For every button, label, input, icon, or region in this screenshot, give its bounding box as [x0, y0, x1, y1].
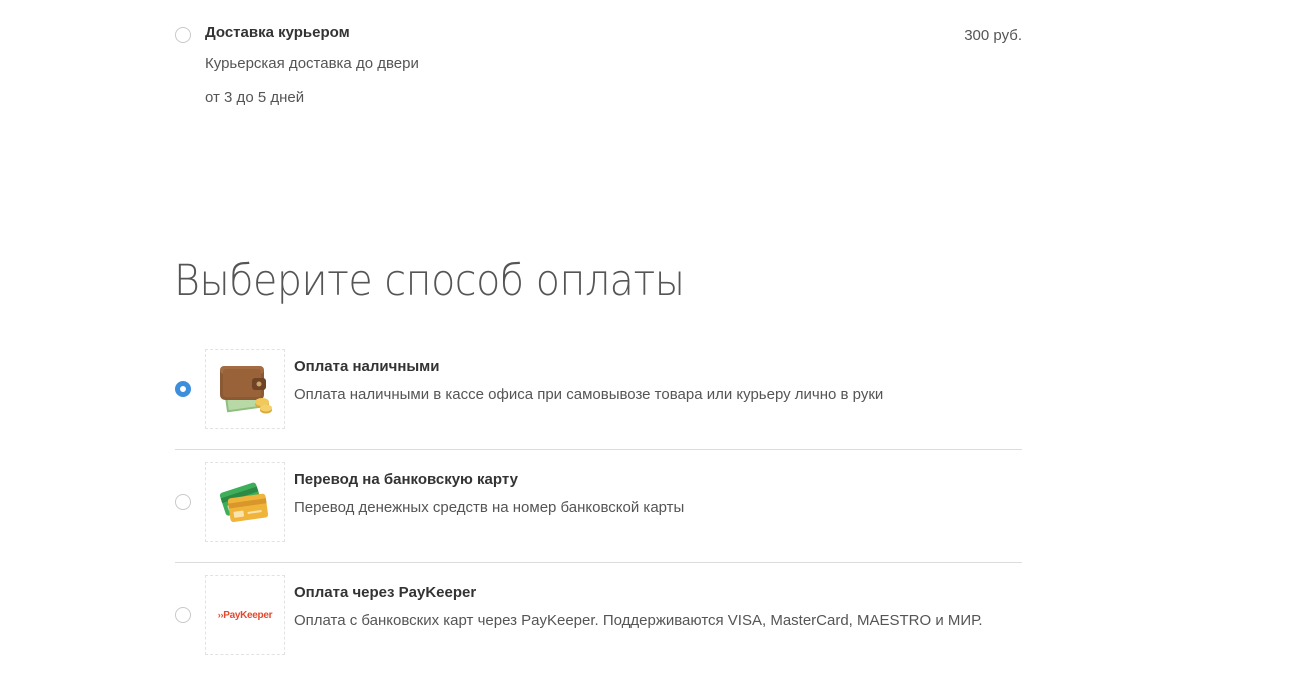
checkout-page: Доставка курьером Курьерская доставка до… [0, 0, 1290, 680]
delivery-price: 300 руб. [964, 27, 1022, 44]
payment-radio-cash[interactable] [175, 381, 191, 397]
divider [175, 562, 1022, 563]
delivery-title: Доставка курьером [205, 24, 350, 41]
payment-title-bank-card: Перевод на банковскую карту [294, 471, 518, 488]
divider [175, 449, 1022, 450]
delivery-term: от 3 до 5 дней [205, 89, 305, 106]
payment-radio-bank-card[interactable] [175, 494, 191, 510]
payment-heading: Выберите способ оплаты [174, 256, 685, 306]
bank-cards-icon [219, 482, 269, 523]
payment-thumb-paykeeper: ››PayKeeper [205, 575, 285, 655]
payment-description-bank-card: Перевод денежных средств на номер банков… [294, 499, 685, 516]
payment-option-cash[interactable]: Оплата наличными Оплата наличными в касс… [175, 349, 1022, 429]
delivery-description: Курьерская доставка до двери [205, 55, 419, 72]
wallet-icon [220, 366, 272, 414]
payment-thumb-bank-card [205, 462, 285, 542]
payment-description-paykeeper: Оплата с банковских карт через PayKeeper… [294, 612, 983, 629]
payment-option-bank-card[interactable]: Перевод на банковскую карту Перевод дене… [175, 462, 1022, 542]
payment-description-cash: Оплата наличными в кассе офиса при самов… [294, 386, 884, 403]
payment-option-paykeeper[interactable]: ››PayKeeper Оплата через PayKeeper Оплат… [175, 575, 1022, 655]
payment-thumb-cash [205, 349, 285, 429]
paykeeper-logo: ››PayKeeper [218, 609, 273, 621]
payment-title-cash: Оплата наличными [294, 358, 440, 375]
payment-radio-paykeeper[interactable] [175, 607, 191, 623]
delivery-radio-courier[interactable] [175, 27, 191, 43]
paykeeper-logo-text: PayKeeper [223, 609, 273, 621]
payment-title-paykeeper: Оплата через PayKeeper [294, 584, 477, 601]
